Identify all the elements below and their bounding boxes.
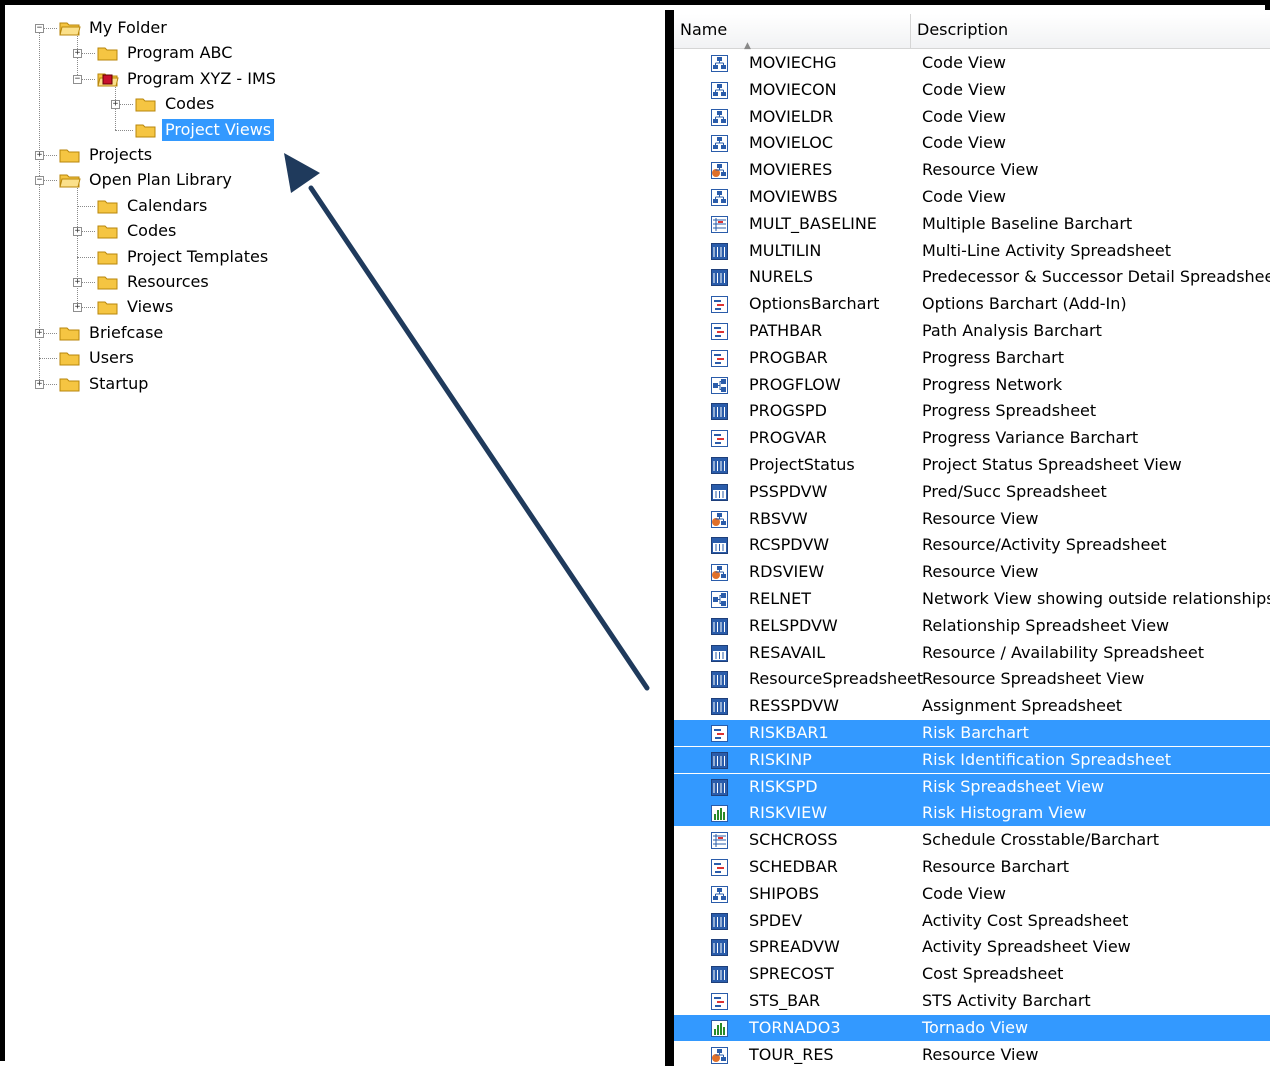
arrow-shaft xyxy=(308,185,650,691)
annotation-arrow xyxy=(284,153,650,691)
arrow-head xyxy=(284,153,320,193)
